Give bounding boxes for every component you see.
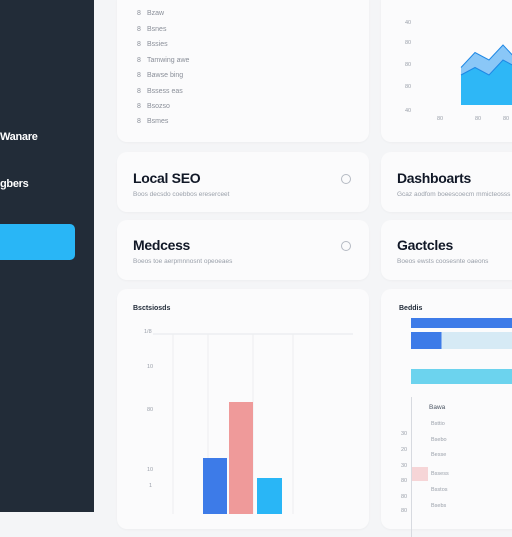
list-item[interactable]: 8 Bssies [137,41,168,48]
x-tick-label: 80 [437,116,444,122]
legend-bar [412,467,428,481]
card-subtitle: Boeos ewsts coosesnte oaeons [397,258,489,265]
sidebar-item-active[interactable] [0,224,75,260]
radio-button[interactable] [341,241,351,251]
area-chart-card: 40 80 80 80 40 80 80 80 [381,0,512,142]
card-subtitle: Boos decsdo coebbos ereserceet [133,191,230,198]
sidebar: Wanare gbers [0,0,94,512]
list-item-number: 8 [137,10,141,17]
y-tick-label: 30 [401,463,408,469]
legend-item[interactable]: Bsebo [431,437,447,443]
dashboards-card[interactable]: Dashboarts Gcaz aodfom boeescoecm mmicte… [381,152,512,212]
gactcles-card[interactable]: Gactcles Boeos ewsts coosesnte oaeons [381,220,512,280]
card-subtitle: Boeos toe aerpmnnosnt opeoeaes [133,258,233,265]
hbar [411,332,442,349]
list-item-number: 8 [137,103,141,110]
list-item-label: Bsnes [147,26,167,33]
list-item[interactable]: 8 Bsnes [137,26,166,33]
card-title: Gactcles [397,237,453,253]
area-chart [460,44,512,105]
list-item-number: 8 [137,72,141,79]
list-item-number: 8 [137,118,141,125]
list-item-label: Bzaw [147,10,165,17]
list-item-label: Bssess eas [147,88,183,95]
medcess-card[interactable]: Medcess Boeos toe aerpmnnosnt opeoeaes [117,220,369,280]
list-item-label: Tamwing awe [147,57,190,64]
legend-item[interactable]: Bsstos [431,487,448,493]
y-tick-label: 80 [401,478,408,484]
bar [203,458,227,514]
hbar [411,369,512,384]
list-item-number: 8 [137,57,141,64]
y-tick-label: 30 [401,431,408,437]
y-tick-label: 1 [149,483,153,489]
bar [257,478,282,514]
list-item[interactable]: 8 Bzaw [137,10,164,17]
list-item-label: Bssies [147,41,168,48]
list-item[interactable]: 8 Tamwing awe [137,57,189,64]
y-tick-label: 20 [401,447,408,453]
list-item[interactable]: 8 Bsozso [137,103,170,110]
local-seo-card[interactable]: Local SEO Boos decsdo coebbos ereserceet [117,152,369,212]
y-tick-label: 80 [401,508,408,514]
legend-item[interactable]: Bsttio [431,421,445,427]
x-tick-label: 80 [475,116,482,122]
card-title: Medcess [133,237,191,253]
bar-chart [153,333,353,514]
hbar-chart [411,318,512,384]
x-tick-label: 80 [503,116,510,122]
list-item[interactable]: 8 Bawse bing [137,72,183,79]
list-item[interactable]: 8 Bssess eas [137,88,183,95]
card-title: Dashboarts [397,170,472,186]
bar-chart-card: Bsctsiosds 1/8 10 80 10 1 [117,289,369,529]
chart-title: Beddis [399,305,423,312]
y-tick-label: 1/8 [144,329,152,335]
hbar [411,318,512,328]
list-item-number: 8 [137,26,141,33]
sidebar-item-2[interactable]: gbers [0,178,29,190]
list-card: 8 Bzaw 8 Bsnes 8 Bssies 8 Tamwing awe 8 Bawse… [117,0,369,142]
legend-item[interactable]: Bsebs [431,503,446,509]
sidebar-item-1[interactable]: Wanare [0,131,38,143]
list-item-number: 8 [137,88,141,95]
legend-title: Bawa [429,404,446,411]
hbar-chart-card: Beddis Bawa Bsttio Bsebo Besse Bssess Bs… [381,289,512,537]
radio-button[interactable] [341,174,351,184]
list-item[interactable]: 8 Bsmes [137,118,168,125]
chart-title: Bsctsiosds [133,305,171,312]
card-title: Local SEO [133,170,201,186]
y-tick-label: 80 [401,494,408,500]
list-item-label: Bawse bing [147,72,184,79]
list-item-number: 8 [137,41,141,48]
legend-item[interactable]: Besse [431,452,446,458]
list-item-label: Bsmes [147,118,169,125]
legend-item[interactable]: Bssess [431,471,449,477]
bar [229,402,253,514]
card-subtitle: Gcaz aodfom boeescoecm mmicteosss [397,191,511,198]
list-item-label: Bsozso [147,103,170,110]
